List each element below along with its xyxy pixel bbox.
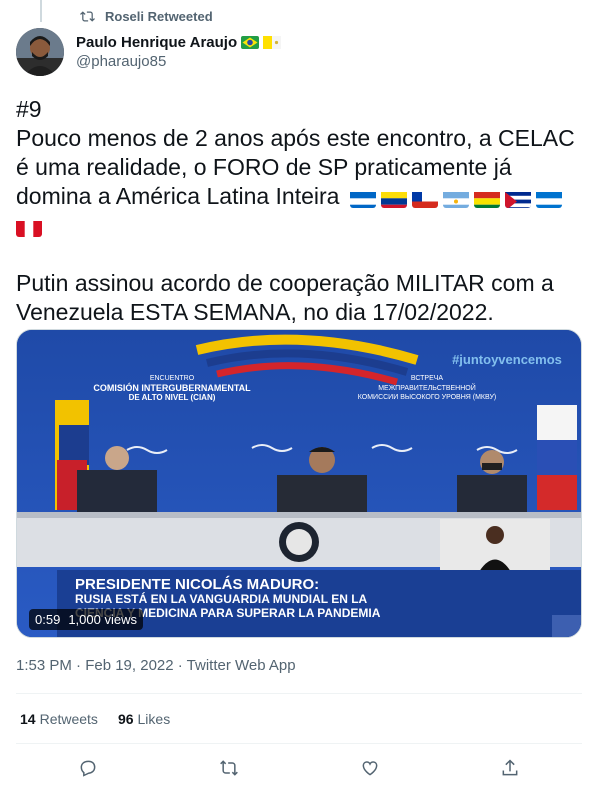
like-button[interactable] bbox=[358, 756, 382, 780]
video-views: 1,000 views bbox=[68, 612, 137, 627]
nicaragua-flag-icon bbox=[349, 189, 376, 208]
cuba-flag-icon bbox=[504, 189, 531, 208]
video-frame: ENCUENTRO COMISIÓN INTERGUBERNAMENTAL DE… bbox=[17, 330, 581, 637]
vatican-flag-icon bbox=[263, 36, 282, 49]
likes-count: 96 bbox=[117, 711, 134, 727]
peru-flag-icon bbox=[16, 218, 42, 237]
retweet-banner-text[interactable]: Roseli Retweeted bbox=[105, 9, 213, 24]
svg-text:#juntoyvencemos: #juntoyvencemos bbox=[452, 352, 562, 367]
thread-line bbox=[40, 0, 42, 22]
country-flags bbox=[349, 189, 562, 208]
divider bbox=[16, 743, 582, 744]
divider bbox=[16, 693, 582, 694]
bolivia-flag-icon bbox=[473, 189, 500, 208]
chile-flag-icon bbox=[411, 189, 438, 208]
svg-text:COMISIÓN INTERGUBERNAMENTAL: COMISIÓN INTERGUBERNAMENTAL bbox=[93, 382, 251, 393]
svg-text:DE ALTO NIVEL (CIAN): DE ALTO NIVEL (CIAN) bbox=[129, 393, 216, 402]
tweet-actions bbox=[0, 756, 598, 784]
tweet-header: Paulo Henrique Araujo @pharaujo85 bbox=[16, 28, 282, 76]
avatar[interactable] bbox=[16, 28, 64, 76]
retweet-banner: Roseli Retweeted bbox=[80, 9, 213, 24]
likes-label: Likes bbox=[137, 711, 171, 727]
video-player[interactable]: ENCUENTRO COMISIÓN INTERGUBERNAMENTAL DE… bbox=[16, 329, 582, 638]
share-icon bbox=[502, 759, 518, 776]
lower-third-sub-1: RUSIA ESTÁ EN LA VANGUARDIA MUNDIAL EN L… bbox=[75, 591, 368, 606]
video-duration: 0:59 bbox=[35, 612, 61, 627]
honduras-flag-icon bbox=[535, 189, 562, 208]
reply-icon bbox=[80, 760, 96, 777]
tweet-paragraph-2: Putin assinou acordo de cooperação MILIT… bbox=[16, 270, 554, 325]
lower-third-title: PRESIDENTE NICOLÁS MADURO: bbox=[75, 576, 319, 593]
tweet-stats: 14 Retweets 96 Likes bbox=[20, 711, 170, 727]
retweet-icon bbox=[80, 11, 95, 22]
video-duration-badge: 0:59 1,000 views bbox=[29, 609, 143, 630]
tweet-text: #9 Pouco menos de 2 anos após este encon… bbox=[16, 95, 582, 327]
tweet-timestamp[interactable]: 1:53 PM · Feb 19, 2022 · Twitter Web App bbox=[16, 657, 296, 674]
venezuela-flag-icon bbox=[380, 189, 407, 208]
svg-text:МЕЖПРАВИТЕЛЬСТВЕННОЙ: МЕЖПРАВИТЕЛЬСТВЕННОЙ bbox=[378, 383, 476, 392]
retweet-button[interactable] bbox=[217, 756, 241, 780]
retweets-label: Retweets bbox=[39, 711, 98, 727]
svg-text:КОМИССИИ ВЫСОКОГО УРОВНЯ (МКВУ: КОМИССИИ ВЫСОКОГО УРОВНЯ (МКВУ) bbox=[358, 394, 496, 401]
reply-button[interactable] bbox=[76, 756, 100, 780]
svg-text:ВСТРЕЧА: ВСТРЕЧА bbox=[411, 375, 444, 382]
retweets-count: 14 bbox=[20, 711, 36, 727]
brazil-flag-icon bbox=[241, 36, 260, 49]
tweet-line-1: #9 bbox=[16, 96, 42, 122]
likes-stat[interactable]: 96 Likes bbox=[118, 711, 170, 727]
share-button[interactable] bbox=[498, 756, 522, 780]
retweets-stat[interactable]: 14 Retweets bbox=[20, 711, 98, 727]
username[interactable]: @pharaujo85 bbox=[76, 53, 281, 70]
argentina-flag-icon bbox=[442, 189, 469, 208]
like-icon bbox=[362, 761, 378, 776]
svg-text:ENCUENTRO: ENCUENTRO bbox=[150, 375, 195, 382]
display-name[interactable]: Paulo Henrique Araujo bbox=[76, 34, 237, 51]
retweet-icon bbox=[220, 760, 238, 776]
